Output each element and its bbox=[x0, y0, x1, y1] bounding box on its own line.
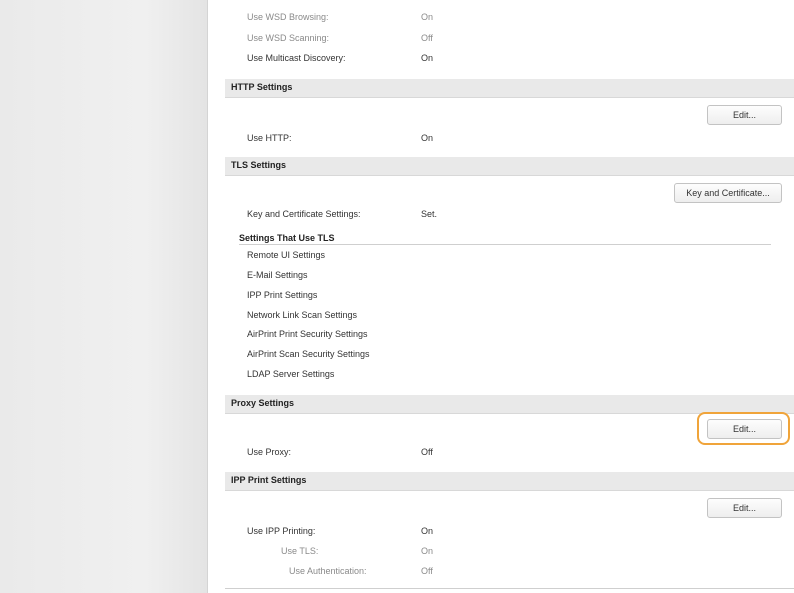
tls-settings-title: TLS Settings bbox=[231, 160, 287, 170]
tls-use-item: AirPrint Print Security Settings bbox=[247, 329, 368, 339]
tls-use-item: LDAP Server Settings bbox=[247, 369, 335, 379]
tls-use-item: E-Mail Settings bbox=[247, 270, 308, 280]
key-and-certificate-button[interactable]: Key and Certificate... bbox=[674, 183, 782, 203]
tls-subsection-divider bbox=[239, 244, 771, 245]
key-cert-settings-label: Key and Certificate Settings: bbox=[247, 209, 361, 219]
tls-use-item: AirPrint Scan Security Settings bbox=[247, 349, 370, 359]
use-tls-value: On bbox=[421, 546, 434, 556]
tls-use-item: IPP Print Settings bbox=[247, 290, 318, 300]
ipp-print-settings-title: IPP Print Settings bbox=[231, 475, 307, 485]
tls-use-item: Remote UI Settings bbox=[247, 250, 326, 260]
bottom-divider bbox=[225, 588, 794, 589]
left-sidebar bbox=[0, 0, 208, 593]
use-tls-label: Use TLS: bbox=[281, 546, 319, 556]
use-proxy-label: Use Proxy: bbox=[247, 447, 292, 457]
ipp-print-settings-header: IPP Print Settings bbox=[225, 472, 794, 491]
use-authentication-value: Off bbox=[421, 566, 433, 576]
wsd-browsing-value: On bbox=[421, 12, 434, 22]
use-http-label: Use HTTP: bbox=[247, 133, 292, 143]
use-ipp-printing-value: On bbox=[421, 526, 434, 536]
wsd-scanning-value: Off bbox=[421, 33, 433, 43]
proxy-edit-button[interactable]: Edit... bbox=[707, 419, 782, 439]
multicast-discovery-label: Use Multicast Discovery: bbox=[247, 53, 346, 63]
wsd-scanning-label: Use WSD Scanning: bbox=[247, 33, 330, 43]
use-http-value: On bbox=[421, 133, 434, 143]
settings-that-use-tls-title: Settings That Use TLS bbox=[239, 233, 335, 243]
http-settings-header: HTTP Settings bbox=[225, 79, 794, 98]
http-settings-title: HTTP Settings bbox=[231, 82, 293, 92]
ipp-edit-button[interactable]: Edit... bbox=[707, 498, 782, 518]
tls-use-item: Network Link Scan Settings bbox=[247, 310, 358, 320]
http-edit-button[interactable]: Edit... bbox=[707, 105, 782, 125]
use-proxy-value: Off bbox=[421, 447, 433, 457]
use-ipp-printing-label: Use IPP Printing: bbox=[247, 526, 316, 536]
key-cert-settings-value: Set. bbox=[421, 209, 438, 219]
multicast-discovery-value: On bbox=[421, 53, 434, 63]
proxy-settings-title: Proxy Settings bbox=[231, 398, 295, 408]
wsd-browsing-label: Use WSD Browsing: bbox=[247, 12, 329, 22]
use-authentication-label: Use Authentication: bbox=[289, 566, 367, 576]
settings-content: Use WSD Browsing: On Use WSD Scanning: O… bbox=[207, 0, 794, 593]
tls-settings-header: TLS Settings bbox=[225, 157, 794, 176]
